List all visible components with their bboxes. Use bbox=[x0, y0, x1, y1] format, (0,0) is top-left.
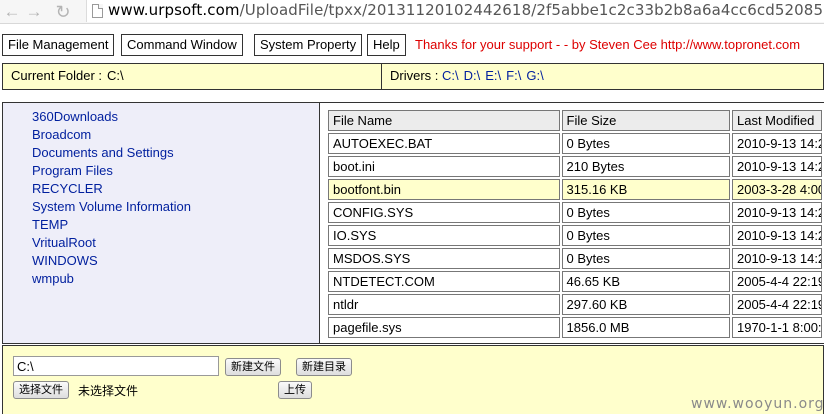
back-arrow-icon[interactable]: ← bbox=[2, 2, 22, 22]
menu-help[interactable]: Help bbox=[367, 34, 406, 56]
file-name[interactable]: boot.ini bbox=[328, 156, 560, 177]
file-size: 1856.0 MB bbox=[561, 317, 730, 338]
current-folder-label: Current Folder : bbox=[11, 68, 103, 83]
file-modified: 2005-4-4 22:19 bbox=[731, 271, 822, 292]
menu-command-window[interactable]: Command Window bbox=[121, 34, 243, 56]
driver-link-e[interactable]: E:\ bbox=[485, 68, 501, 83]
folder-bar: Current Folder : C:\ Drivers : C:\ D:\ E:\… bbox=[2, 63, 824, 90]
file-size: 297.60 KB bbox=[561, 294, 730, 315]
table-row-highlighted[interactable]: bootfont.bin 315.16 KB 2003-3-28 4:00 bbox=[328, 179, 822, 200]
current-folder-value: C:\ bbox=[107, 68, 124, 83]
folder-link[interactable]: Broadcom bbox=[32, 126, 191, 144]
driver-link-f[interactable]: F:\ bbox=[506, 68, 521, 83]
file-modified: 2010-9-13 14:2 bbox=[731, 156, 822, 177]
folder-tree: 360Downloads Broadcom Documents and Sett… bbox=[2, 102, 320, 344]
watermark-text: www.wooyun.org bbox=[691, 396, 824, 412]
file-modified: 2010-9-13 14:2 bbox=[731, 133, 822, 154]
file-size: 315.16 KB bbox=[561, 179, 730, 200]
file-name[interactable]: AUTOEXEC.BAT bbox=[328, 133, 560, 154]
path-input[interactable] bbox=[13, 356, 219, 376]
table-header-row: File Name File Size Last Modified bbox=[328, 110, 822, 131]
choose-file-button[interactable]: 选择文件 bbox=[13, 381, 69, 399]
file-modified: 2010-9-13 14:2 bbox=[731, 225, 822, 246]
file-size: 0 Bytes bbox=[561, 248, 730, 269]
file-size: 0 Bytes bbox=[561, 225, 730, 246]
folder-link[interactable]: VritualRoot bbox=[32, 234, 191, 252]
thanks-text: Thanks for your support - - by Steven Ce… bbox=[415, 37, 801, 52]
no-file-chosen-text: 未选择文件 bbox=[78, 384, 139, 398]
menu-system-property[interactable]: System Property bbox=[254, 34, 363, 56]
address-bar[interactable]: www.urpsoft.com/UploadFile/tpxx/20131120… bbox=[86, 0, 824, 22]
file-modified: 2010-9-13 14:2 bbox=[731, 202, 822, 223]
folder-link[interactable]: TEMP bbox=[32, 216, 191, 234]
folder-link[interactable]: 360Downloads bbox=[32, 108, 191, 126]
file-name[interactable]: CONFIG.SYS bbox=[328, 202, 560, 223]
file-name[interactable]: NTDETECT.COM bbox=[328, 271, 560, 292]
folder-link[interactable]: wmpub bbox=[32, 270, 191, 288]
current-folder-cell: Current Folder : C:\ bbox=[3, 64, 381, 89]
folder-link[interactable]: Program Files bbox=[32, 162, 191, 180]
table-row[interactable]: pagefile.sys 1856.0 MB 1970-1-1 8:00: bbox=[328, 317, 822, 338]
file-name[interactable]: ntldr bbox=[328, 294, 560, 315]
file-name[interactable]: IO.SYS bbox=[328, 225, 560, 246]
new-directory-button[interactable]: 新建目录 bbox=[296, 358, 352, 376]
header-last-modified: Last Modified bbox=[731, 110, 822, 131]
page-icon bbox=[92, 4, 103, 18]
file-table: File Name File Size Last Modified AUTOEX… bbox=[326, 108, 824, 340]
folder-list: 360Downloads Broadcom Documents and Sett… bbox=[32, 108, 191, 288]
drivers-label: Drivers : bbox=[390, 68, 439, 83]
drivers-cell: Drivers : C:\ D:\ E:\ F:\ G:\ bbox=[381, 64, 824, 89]
menu-file-management[interactable]: File Management bbox=[2, 34, 115, 56]
folder-link[interactable]: WINDOWS bbox=[32, 252, 191, 270]
file-size: 210 Bytes bbox=[561, 156, 730, 177]
table-row[interactable]: NTDETECT.COM 46.65 KB 2005-4-4 22:19 bbox=[328, 271, 822, 292]
header-file-name: File Name bbox=[328, 110, 560, 131]
file-list-panel: File Name File Size Last Modified AUTOEX… bbox=[320, 102, 824, 344]
table-row[interactable]: CONFIG.SYS 0 Bytes 2010-9-13 14:2 bbox=[328, 202, 822, 223]
top-menu: File Management Command Window System Pr… bbox=[0, 34, 824, 56]
folder-link[interactable]: System Volume Information bbox=[32, 198, 191, 216]
upload-button[interactable]: 上传 bbox=[278, 381, 312, 399]
file-size: 0 Bytes bbox=[561, 202, 730, 223]
driver-link-d[interactable]: D:\ bbox=[464, 68, 481, 83]
file-modified: 2010-9-13 14:2 bbox=[731, 248, 822, 269]
file-modified: 2003-3-28 4:00 bbox=[731, 179, 822, 200]
folder-link[interactable]: RECYCLER bbox=[32, 180, 191, 198]
header-file-size: File Size bbox=[561, 110, 730, 131]
file-size: 0 Bytes bbox=[561, 133, 730, 154]
file-name[interactable]: MSDOS.SYS bbox=[328, 248, 560, 269]
new-file-button[interactable]: 新建文件 bbox=[225, 358, 281, 376]
folder-link[interactable]: Documents and Settings bbox=[32, 144, 191, 162]
url-text[interactable]: www.urpsoft.com/UploadFile/tpxx/20131120… bbox=[108, 1, 824, 19]
url-path: /UploadFile/tpxx/20131120102442618/2f5ab… bbox=[239, 1, 824, 19]
action-form: 新建文件 新建目录 选择文件 未选择文件 上传 www.wooyun.org bbox=[2, 345, 824, 414]
reload-icon[interactable]: ↻ bbox=[53, 2, 73, 22]
file-name[interactable]: bootfont.bin bbox=[328, 179, 560, 200]
url-host: www.urpsoft.com bbox=[108, 1, 240, 19]
table-row[interactable]: IO.SYS 0 Bytes 2010-9-13 14:2 bbox=[328, 225, 822, 246]
file-name[interactable]: pagefile.sys bbox=[328, 317, 560, 338]
table-row[interactable]: ntldr 297.60 KB 2005-4-4 22:19 bbox=[328, 294, 822, 315]
forward-arrow-icon[interactable]: → bbox=[24, 2, 44, 22]
driver-link-g[interactable]: G:\ bbox=[526, 68, 543, 83]
table-row[interactable]: AUTOEXEC.BAT 0 Bytes 2010-9-13 14:2 bbox=[328, 133, 822, 154]
driver-link-c[interactable]: C:\ bbox=[442, 68, 459, 83]
file-size: 46.65 KB bbox=[561, 271, 730, 292]
file-modified: 1970-1-1 8:00: bbox=[731, 317, 822, 338]
browser-toolbar: ← → ↻ www.urpsoft.com/UploadFile/tpxx/20… bbox=[0, 0, 824, 24]
table-row[interactable]: boot.ini 210 Bytes 2010-9-13 14:2 bbox=[328, 156, 822, 177]
table-row[interactable]: MSDOS.SYS 0 Bytes 2010-9-13 14:2 bbox=[328, 248, 822, 269]
file-modified: 2005-4-4 22:19 bbox=[731, 294, 822, 315]
